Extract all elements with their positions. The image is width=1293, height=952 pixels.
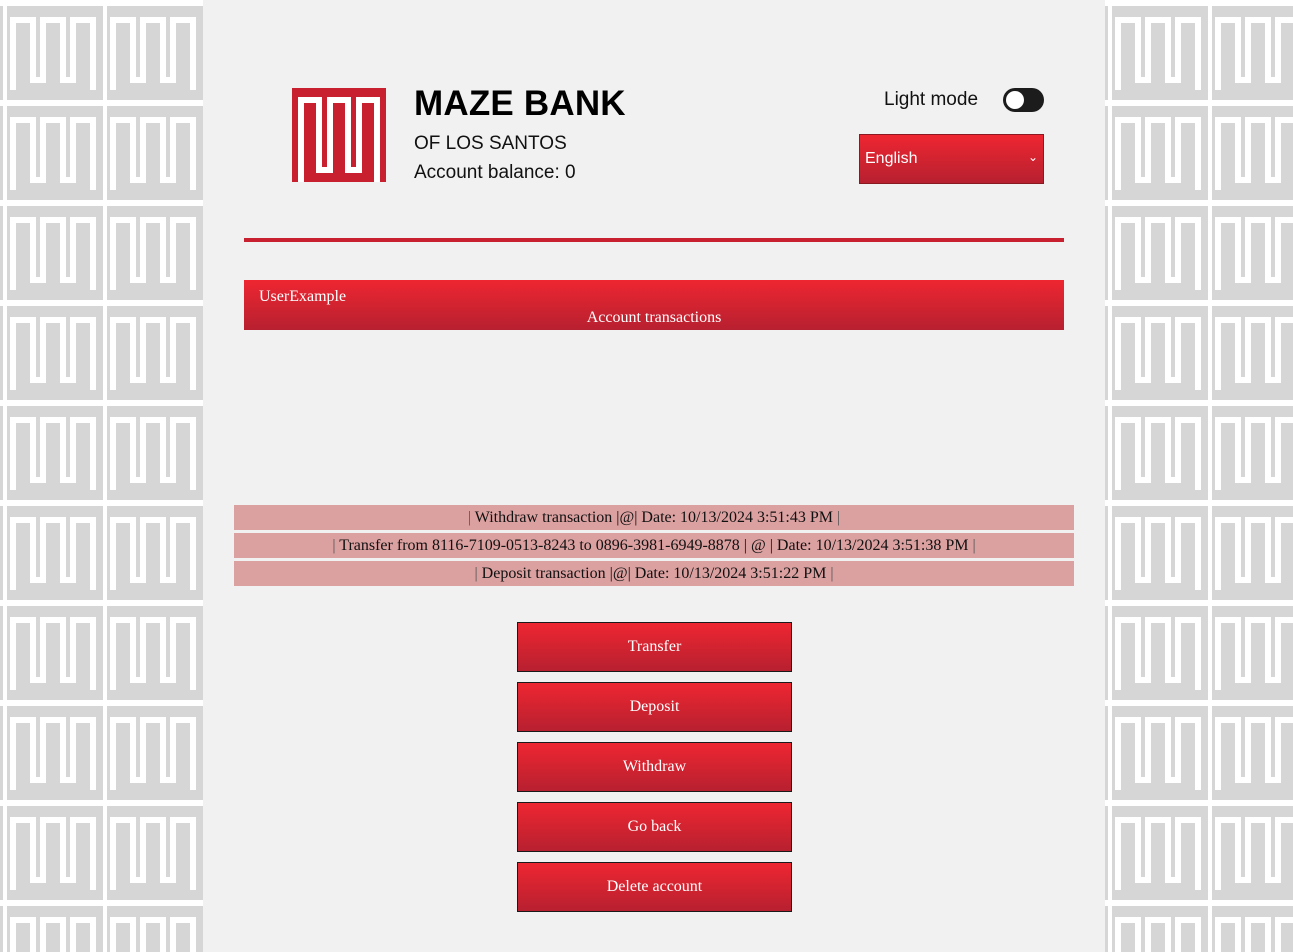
- delete-account-button[interactable]: Delete account: [517, 862, 792, 912]
- transaction-text: Deposit transaction |@| Date: 10/13/2024…: [481, 565, 827, 582]
- username: UserExample: [259, 288, 347, 305]
- language-selected-value: English: [865, 150, 918, 167]
- maze-pattern-left: [0, 0, 203, 952]
- account-header-bar: UserExample Account transactions: [244, 280, 1064, 330]
- light-mode-toggle[interactable]: [1003, 88, 1044, 112]
- withdraw-button[interactable]: Withdraw: [517, 742, 792, 792]
- background-pattern-right: [1105, 0, 1293, 952]
- header-divider: [244, 238, 1064, 242]
- toggle-knob: [1006, 91, 1024, 109]
- maze-bank-logo: [292, 88, 386, 182]
- chevron-down-icon: ⌄: [1027, 150, 1038, 164]
- deposit-button[interactable]: Deposit: [517, 682, 792, 732]
- transaction-row: | Deposit transaction |@| Date: 10/13/20…: [234, 561, 1074, 586]
- transaction-list: | Withdraw transaction |@| Date: 10/13/2…: [234, 505, 1074, 589]
- transaction-text: Withdraw transaction |@| Date: 10/13/202…: [474, 509, 833, 526]
- section-title: Account transactions: [586, 309, 722, 326]
- transaction-row: | Withdraw transaction |@| Date: 10/13/2…: [234, 505, 1074, 530]
- maze-pattern-right: [1105, 0, 1293, 952]
- light-mode-label: Light mode: [884, 89, 979, 110]
- go-back-button[interactable]: Go back: [517, 802, 792, 852]
- transfer-button[interactable]: Transfer: [517, 622, 792, 672]
- bank-name: MAZE BANK: [414, 84, 626, 123]
- transaction-row: | Transfer from 8116-7109-0513-8243 to 0…: [234, 533, 1074, 558]
- account-balance: Account balance: 0: [414, 162, 576, 183]
- background-pattern-left: [0, 0, 203, 952]
- transaction-text: Transfer from 8116-7109-0513-8243 to 089…: [339, 537, 969, 554]
- language-select[interactable]: English ⌄: [859, 134, 1044, 184]
- bank-subtitle: OF LOS SANTOS: [414, 133, 567, 154]
- main-panel: MAZE BANK OF LOS SANTOS Account balance:…: [203, 0, 1105, 952]
